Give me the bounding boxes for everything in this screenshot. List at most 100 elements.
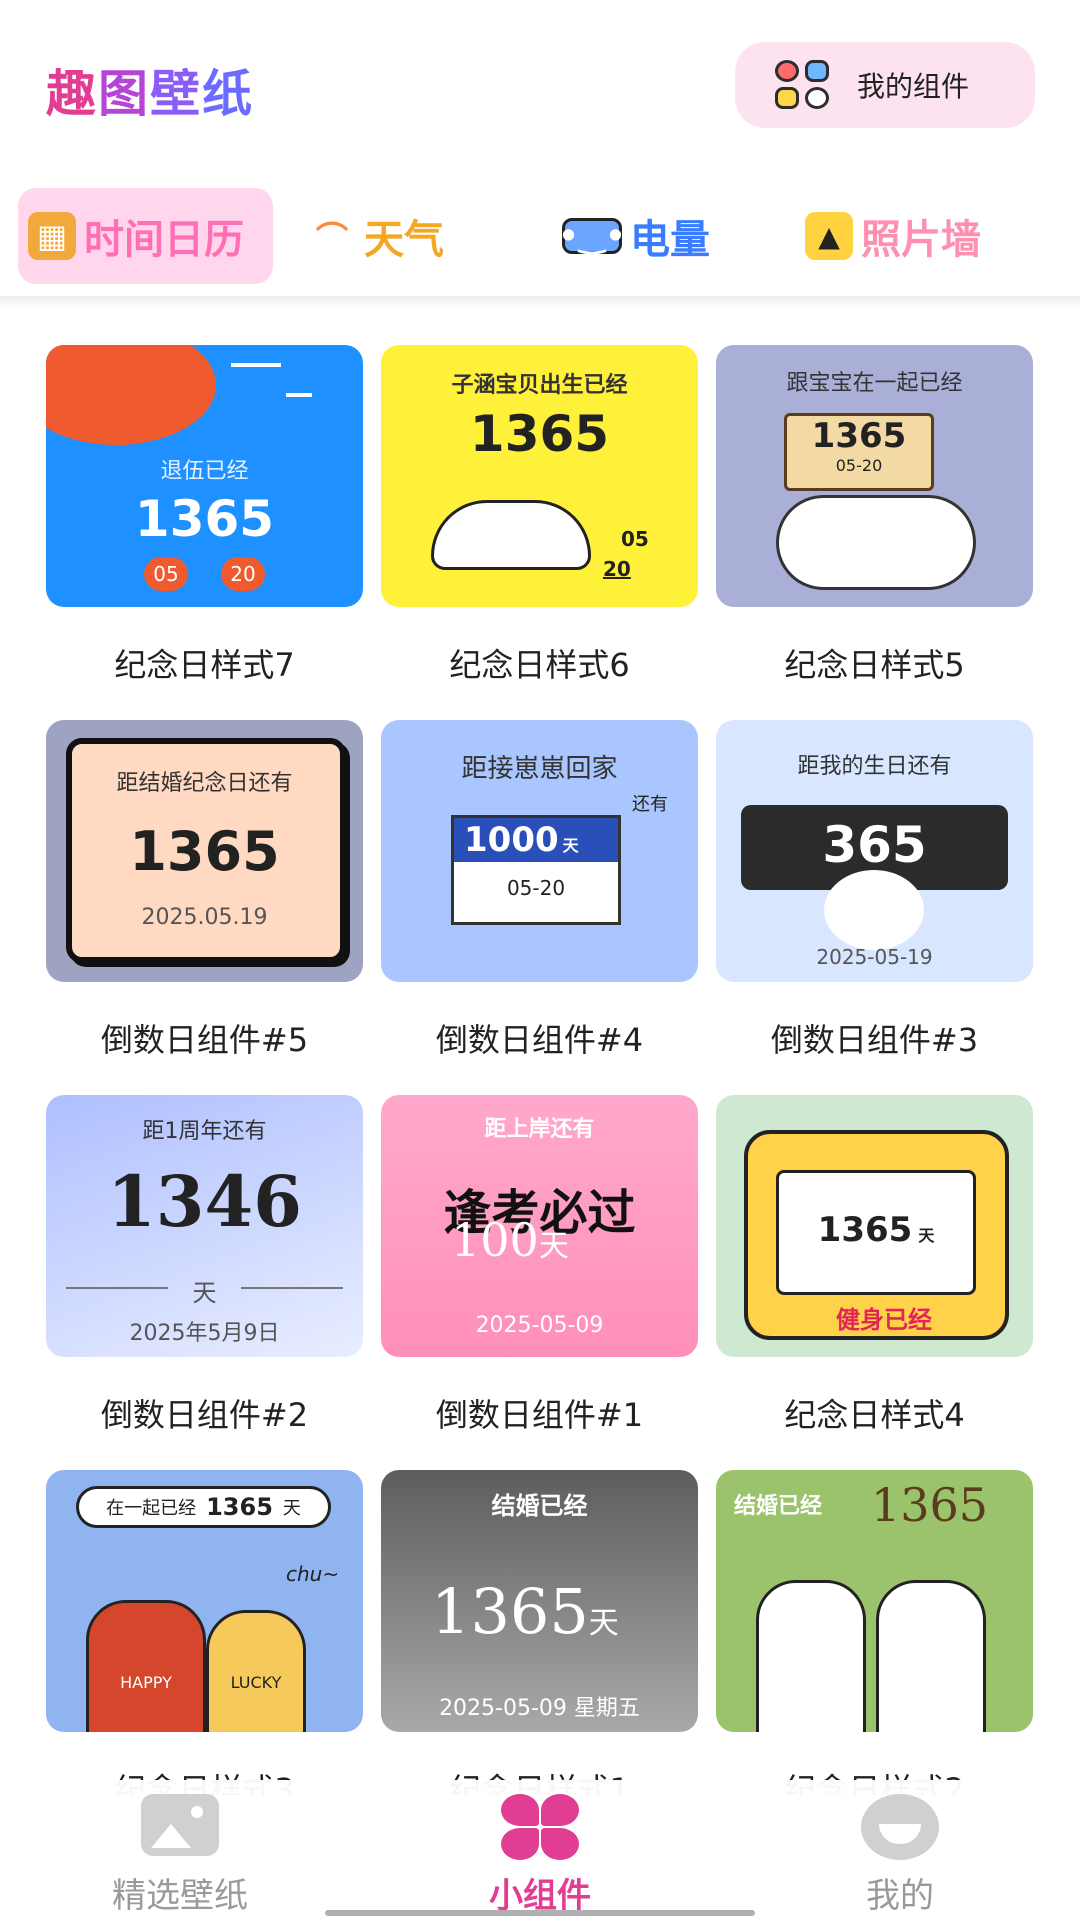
widget-card[interactable]: 退伍已经 1365 05 20 [46,345,363,607]
widget-title: 结婚已经 [491,1492,588,1520]
widget-caption: 纪念日样式7 [114,646,295,684]
my-widgets-button[interactable]: 我的组件 [735,42,1035,128]
widget-card[interactable]: 距结婚纪念日还有 1365 2025.05.19 [46,720,363,982]
widget-caption: 纪念日样式4 [784,1396,965,1434]
decor-line [231,363,281,367]
widget-card[interactable]: 1365 天 健身已经 [716,1095,1033,1357]
widget-unit: 天 [192,1279,217,1307]
nav-label: 精选壁纸 [112,1876,248,1916]
profile-icon [861,1794,939,1860]
tab-photo-wall[interactable]: ▲ 照片墙 [805,188,1035,284]
nav-featured-wallpapers[interactable]: 精选壁纸 [30,1780,330,1920]
widget-number: 1365 [469,405,610,463]
logo-char: 图 [98,65,150,123]
widget-caption: 倒数日组件#5 [100,1021,309,1059]
my-widgets-label: 我的组件 [857,70,970,103]
widget-unit: 天 [918,1226,935,1245]
widgets-grid-icon [775,60,831,110]
nav-widgets[interactable]: 小组件 [390,1780,690,1920]
widget-unit: 天 [588,1606,619,1641]
widget-day: 20 [221,557,265,591]
widget-title: 距1周年还有 [142,1119,267,1144]
widget-unit: 天 [562,836,579,855]
photo-icon: ▲ [805,212,853,260]
widget-caption: 倒数日组件#4 [435,1021,644,1059]
app-header: 趣图壁纸 我的组件 [0,0,1080,150]
widget-card[interactable]: 距接崽崽回家 还有 1000 天 05-20 [381,720,698,982]
widget-date: 2025年5月9日 [129,1321,280,1346]
category-tabs: ▦ 时间日历 ⌒ 天气 •‿• 电量 ▲ 照片墙 [0,188,1080,288]
widget-number: 1365 [817,1210,913,1250]
tab-battery[interactable]: •‿• 电量 [558,188,762,284]
widget-title: 退伍已经 [160,459,249,484]
widget-date: 2025-05-19 [816,945,933,969]
widget-card[interactable]: 距我的生日还有 365 2025-05-19 [716,720,1033,982]
widget-caption: 倒数日组件#2 [100,1396,309,1434]
tab-label: 电量 [630,217,710,263]
cat-illustration [776,495,976,590]
widget-day: 20 [603,557,631,581]
bottom-nav: 精选壁纸 小组件 我的 [0,1780,1080,1920]
nav-profile[interactable]: 我的 [750,1780,1050,1920]
decor-line [286,393,312,397]
widget-title-suffix: 还有 [632,794,668,815]
calendar-icon: ▦ [28,212,76,260]
sign-board: 1000 天 05-20 [451,815,621,925]
duck-illustration [431,500,591,570]
monster-illustration [824,870,924,950]
widget-number: 1365 [206,1493,273,1521]
widget-number: 1365 [134,490,275,548]
tab-label: 照片墙 [861,217,981,263]
banner: 在一起已经 1365 天 [76,1486,331,1528]
groom-illustration [756,1580,866,1732]
widget-card[interactable]: 结婚已经 1365 [716,1470,1033,1732]
sign-board: 1365 05-20 [784,413,934,491]
widget-card[interactable]: 子涵宝贝出生已经 1365 05 20 [381,345,698,607]
widget-number: 1346 [107,1160,302,1243]
widget-title: 距接崽崽回家 [461,754,618,784]
widget-card[interactable]: 跟宝宝在一起已经 1365 05-20 [716,345,1033,607]
widget-date: 05-20 [506,876,566,900]
widget-card[interactable]: 距上岸还有 逢考必过 100天 2025-05-09 [381,1095,698,1357]
widget-title: 健身已经 [836,1306,932,1334]
widget-number: 100 [451,1213,539,1267]
widget-card[interactable]: 结婚已经 1365天 2025-05-09 星期五 [381,1470,698,1732]
divider-line [241,1287,343,1289]
widget-number: 1365 [871,1478,989,1532]
widget-title: 距上岸还有 [484,1117,595,1142]
rainbow-icon: ⌒ [315,219,348,257]
widget-weekday: 星期五 [573,1696,640,1721]
widget-title: 距我的生日还有 [797,754,952,779]
widget-caption: 倒数日组件#1 [435,1396,644,1434]
home-indicator[interactable] [325,1910,755,1916]
clover-icon [501,1794,579,1860]
tab-label: 天气 [364,217,444,263]
widget-title: 距结婚纪念日还有 [116,771,293,796]
tab-weather[interactable]: ⌒ 天气 [308,188,508,284]
boy-illustration: HAPPY [86,1600,206,1732]
widget-caption: 倒数日组件#3 [770,1021,979,1059]
widget-chu-text: chu~ [286,1562,340,1586]
app-logo: 趣图壁纸 [46,54,254,126]
widget-unit: 天 [538,1229,569,1264]
widget-title: 结婚已经 [734,1494,823,1519]
widget-caption: 纪念日样式5 [784,646,965,684]
widget-date: 2025.05.19 [141,905,268,930]
girl-illustration: LUCKY [206,1610,306,1732]
widget-title: 跟宝宝在一起已经 [786,371,963,396]
tabs-divider [0,296,1080,308]
widget-card[interactable]: 距1周年还有 1346 天 2025年5月9日 [46,1095,363,1357]
battery-icon: •‿• [558,217,626,255]
widget-date: 05-20 [835,456,883,475]
widget-card[interactable]: 在一起已经 1365 天 chu~ HAPPY LUCKY [46,1470,363,1732]
widget-title: 在一起已经 [106,1498,197,1519]
nav-label: 我的 [866,1876,934,1916]
tab-time-calendar[interactable]: ▦ 时间日历 [18,188,273,284]
widget-month: 05 [144,557,188,591]
widget-number: 1365 [811,416,907,456]
widget-date: 2025-05-09 [475,1313,604,1338]
widget-number: 1365 [431,1575,589,1648]
image-icon [141,1794,219,1860]
bride-illustration [876,1580,986,1732]
widget-unit: 天 [282,1498,301,1519]
